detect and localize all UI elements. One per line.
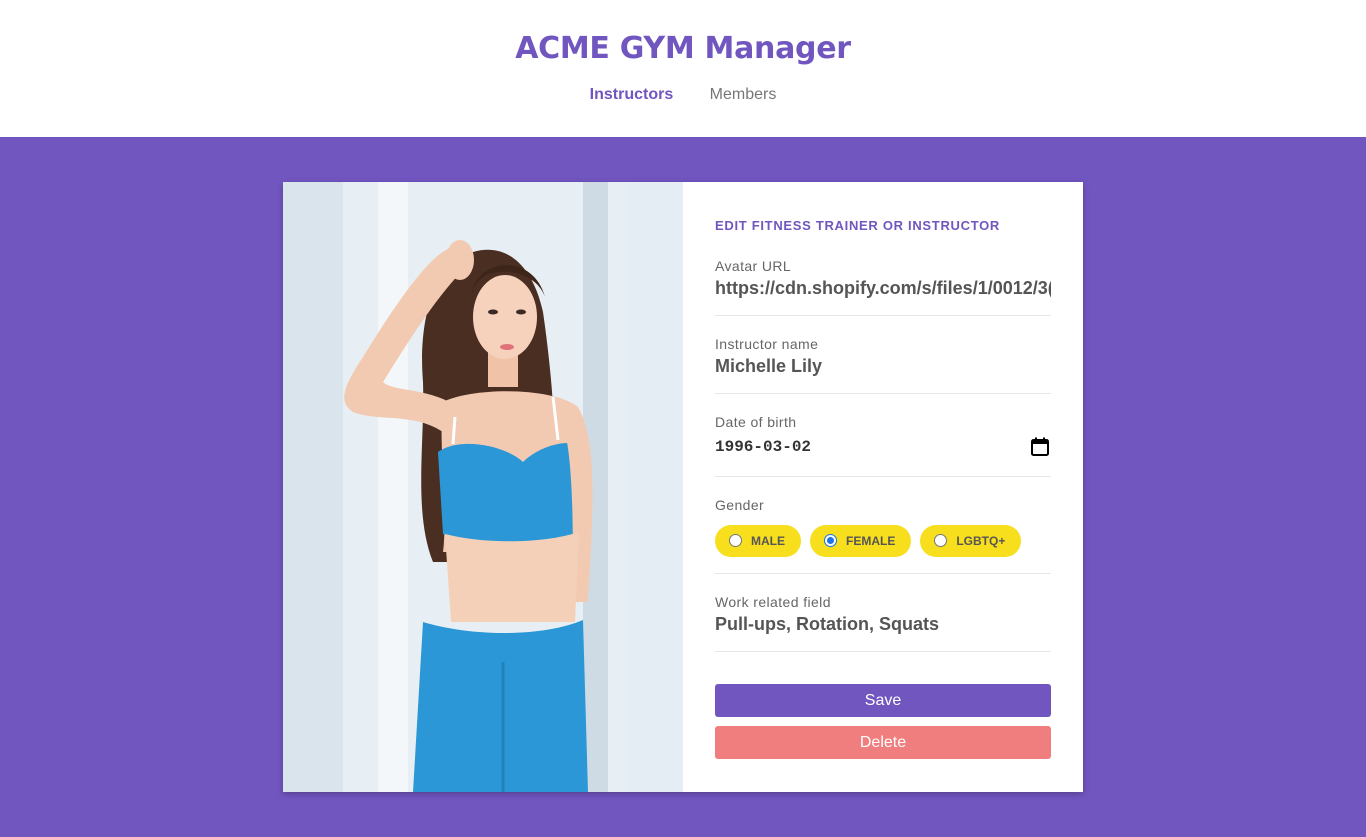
work-field-input[interactable] — [715, 614, 1051, 635]
birth-date-label: Date of birth — [715, 414, 797, 430]
radio-female[interactable] — [824, 533, 837, 547]
avatar-url-label: Avatar URL — [715, 258, 792, 274]
instructor-name-field: Instructor name — [715, 336, 1051, 394]
edit-instructor-card: EDIT FITNESS TRAINER OR INSTRUCTOR Avata… — [283, 182, 1083, 792]
birth-date-field: Date of birth 1996-03-02 — [715, 414, 1051, 477]
app-header: ACME GYM Manager Instructors Members — [0, 0, 1366, 137]
form-title: EDIT FITNESS TRAINER OR INSTRUCTOR — [715, 218, 1001, 233]
nav-instructors[interactable]: Instructors — [590, 86, 674, 104]
avatar-url-field: Avatar URL — [715, 258, 1051, 316]
instructor-avatar-image — [283, 182, 683, 792]
radio-male[interactable] — [729, 533, 742, 547]
work-field: Work related field — [715, 594, 1051, 652]
delete-button[interactable]: Delete — [715, 726, 1051, 759]
gender-label: Gender — [715, 497, 765, 513]
save-button[interactable]: Save — [715, 684, 1051, 717]
gender-options: MALE FEMALE LGBTQ+ — [715, 525, 1051, 557]
gender-option-label: LGBTQ+ — [956, 534, 1006, 548]
gender-option-lgbtq[interactable]: LGBTQ+ — [920, 525, 1022, 557]
calendar-icon[interactable] — [1029, 436, 1051, 458]
birth-date-value: 1996-03-02 — [715, 438, 812, 456]
birth-date-input[interactable]: 1996-03-02 — [715, 436, 1051, 458]
work-field-label: Work related field — [715, 594, 831, 610]
gender-option-label: FEMALE — [846, 534, 896, 548]
instructor-name-input[interactable] — [715, 356, 1051, 377]
gender-field: Gender MALE FEMALE LGBTQ+ — [715, 497, 1051, 574]
nav-members[interactable]: Members — [710, 86, 777, 104]
gender-option-female[interactable]: FEMALE — [810, 525, 912, 557]
avatar-illustration — [283, 182, 683, 792]
main-nav: Instructors Members — [0, 86, 1366, 104]
app-title: ACME GYM Manager — [515, 31, 851, 66]
radio-lgbtq[interactable] — [934, 533, 948, 547]
avatar-url-input[interactable] — [715, 278, 1051, 299]
instructor-name-label: Instructor name — [715, 336, 819, 352]
gender-option-label: MALE — [751, 534, 785, 548]
gender-option-male[interactable]: MALE — [715, 525, 801, 557]
